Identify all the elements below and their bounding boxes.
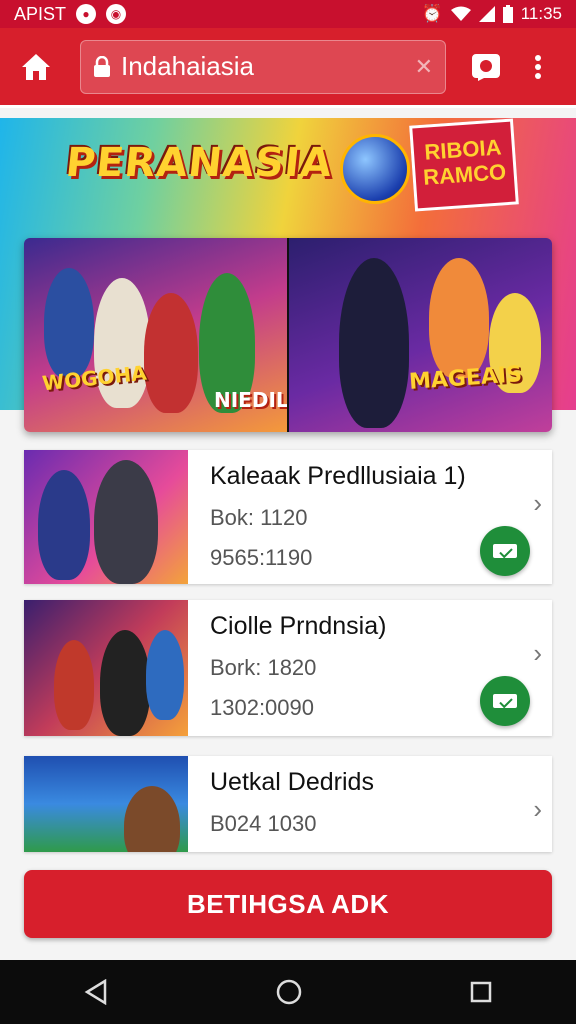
tab-switcher-button[interactable] — [464, 45, 508, 89]
status-text: APIST — [14, 3, 67, 24]
list-item[interactable]: Uetkal Dedrids B024 1030 › — [24, 756, 552, 852]
chevron-right-icon: › — [533, 794, 542, 824]
ticket-button[interactable] — [480, 676, 530, 726]
character-art — [94, 460, 158, 584]
home-button[interactable] — [14, 45, 58, 89]
ticket-button[interactable] — [480, 526, 530, 576]
recents-icon[interactable] — [470, 981, 492, 1003]
item-info: Kaleaak Predllusiaia 1) Bok: 1120 9565:1… — [188, 450, 552, 584]
featured-carousel[interactable]: WOGOHA NIEDIL MAGEAIS — [24, 238, 552, 432]
character-art — [146, 630, 184, 720]
url-text: Indahaiasia — [121, 51, 254, 81]
wifi-icon — [450, 6, 471, 21]
featured-slide-right[interactable]: MAGEAIS — [287, 238, 552, 432]
more-menu-button[interactable] — [516, 45, 560, 89]
character-art — [339, 258, 409, 428]
promo-badge: RIBOIA RAMCO — [409, 118, 519, 212]
featured-slide-left[interactable]: WOGOHA NIEDIL — [24, 238, 287, 432]
system-nav-bar — [0, 960, 576, 1024]
item-thumbnail — [24, 600, 188, 736]
character-art — [38, 470, 90, 580]
messenger-icon: ● — [76, 4, 97, 24]
character-art — [144, 293, 198, 413]
status-time: 11:35 — [520, 4, 562, 23]
item-title: Ciolle Prndnsia) — [210, 612, 387, 640]
character-art — [124, 786, 180, 852]
item-thumbnail — [24, 450, 188, 584]
globe-icon — [340, 134, 410, 204]
more-vert-icon — [535, 54, 541, 79]
character-art — [429, 258, 489, 378]
character-art — [54, 640, 94, 730]
list-item[interactable]: Kaleaak Predllusiaia 1) Bok: 1120 9565:1… — [24, 450, 552, 584]
item-title: Kaleaak Predllusiaia 1) — [210, 462, 466, 490]
item-info: Ciolle Prndnsia) Bork: 1820 1302:0090 › — [188, 600, 552, 736]
back-icon[interactable] — [84, 979, 108, 1005]
chevron-right-icon: › — [533, 488, 542, 518]
item-info: Uetkal Dedrids B024 1030 › — [188, 756, 552, 852]
primary-cta-button[interactable]: BETIHGSA ADK — [24, 870, 552, 938]
item-subtitle: B024 1030 — [210, 811, 317, 836]
item-title: Uetkal Dedrids — [210, 768, 374, 796]
close-icon[interactable]: ✕ — [415, 54, 433, 80]
lock-icon — [94, 55, 110, 77]
battery-icon — [502, 5, 513, 23]
signal-icon — [478, 6, 495, 22]
browser-toolbar: Indahaiasia ✕ — [0, 28, 576, 108]
hero-title: PERANASIA — [63, 140, 335, 186]
tab-switcher-icon — [472, 53, 500, 81]
list-item[interactable]: Ciolle Prndnsia) Bork: 1820 1302:0090 › — [24, 600, 552, 736]
character-art — [44, 268, 94, 378]
home-icon — [22, 53, 50, 80]
character-art — [100, 630, 150, 736]
ticket-icon — [493, 544, 517, 558]
chevron-right-icon: › — [533, 638, 542, 668]
camera-icon: ◉ — [106, 4, 127, 24]
banner-left-tag: NIEDIL — [214, 388, 287, 412]
url-bar[interactable]: Indahaiasia ✕ — [80, 39, 446, 94]
ticket-icon — [493, 694, 517, 708]
home-circle-icon[interactable] — [275, 978, 303, 1006]
status-bar: APIST ● ◉ ⏰ 11:35 — [0, 0, 576, 28]
item-thumbnail — [24, 756, 188, 852]
alarm-icon: ⏰ — [421, 4, 443, 23]
